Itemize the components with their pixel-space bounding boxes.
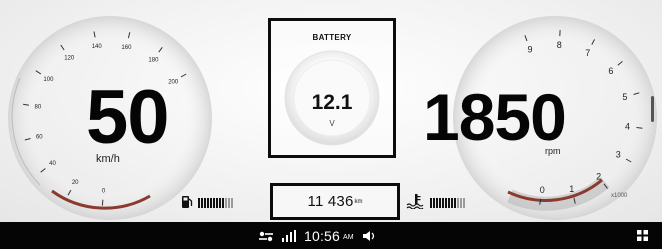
battery-panel: BATTERY 12.1 V: [268, 18, 396, 158]
rpm-tick-label: 3: [616, 150, 621, 160]
level-bar-segment: [228, 198, 230, 208]
speed-tick-label: 20: [72, 180, 79, 186]
level-bar-segment: [219, 198, 221, 208]
signal-icon: [282, 229, 296, 242]
speed-tick-label: 80: [35, 105, 42, 111]
volume-icon[interactable]: [362, 230, 378, 242]
clock-time: 10:56: [304, 227, 341, 244]
speed-tick-label: 100: [43, 77, 54, 83]
coolant-level-bars: [430, 198, 465, 208]
coolant-temperature-icon: [406, 194, 424, 209]
speed-unit: km/h: [96, 153, 120, 165]
connection-icon[interactable]: [258, 230, 274, 242]
rpm-tick-label: 9: [527, 44, 532, 54]
level-bar-segment: [213, 198, 215, 208]
level-bar-segment: [457, 198, 459, 208]
side-panel-handle[interactable]: [651, 96, 654, 122]
speed-tick-label: 180: [148, 57, 159, 63]
level-bar-segment: [439, 198, 441, 208]
speed-tick-label: 140: [92, 44, 103, 50]
level-bar-segment: [430, 198, 432, 208]
level-bar-segment: [198, 198, 200, 208]
rpm-tick-label: 6: [608, 66, 613, 76]
fuel-pump-icon: [182, 196, 193, 208]
rpm-multiplier: x1000: [611, 193, 628, 199]
rpm-value: 1850: [423, 80, 567, 154]
level-bar-segment: [436, 198, 438, 208]
speed-tick-label: 60: [36, 134, 43, 140]
fuel-level-bars: [198, 198, 233, 208]
level-bar-segment: [433, 198, 435, 208]
rpm-tick-label: 2: [596, 172, 601, 182]
apps-grid-icon[interactable]: [637, 230, 648, 241]
rpm-tick-label: 1: [569, 184, 574, 194]
level-bar-segment: [222, 198, 224, 208]
status-center-group: 10:56 AM: [258, 222, 378, 249]
clock-ampm: AM: [343, 233, 354, 241]
rpm-tick-mark: [636, 127, 643, 129]
level-bar-segment: [231, 198, 233, 208]
level-bar-segment: [207, 198, 209, 208]
rpm-tick-label: 5: [622, 92, 627, 102]
status-bar: 10:56 AM: [0, 222, 662, 249]
level-bar-segment: [451, 198, 453, 208]
odometer-unit: km: [354, 198, 363, 205]
odometer-panel: 11 436 km: [270, 183, 400, 220]
speed-tick-label: 200: [168, 80, 179, 86]
level-bar-segment: [445, 198, 447, 208]
rpm-tick-label: 0: [540, 185, 545, 195]
instrument-cluster: 0 20 40 60 80 100 120 140 160 180 200 0123456789 5…: [0, 0, 662, 222]
battery-value: 12.1: [311, 91, 353, 114]
level-bar-segment: [225, 198, 227, 208]
rpm-unit: rpm: [545, 146, 561, 156]
speed-tick-label: 160: [121, 45, 132, 51]
speed-tick-label: 120: [64, 56, 75, 62]
battery-unit: V: [329, 119, 335, 128]
level-bar-segment: [460, 198, 462, 208]
level-bar-segment: [210, 198, 212, 208]
level-bar-segment: [454, 198, 456, 208]
battery-title: BATTERY: [312, 33, 352, 42]
level-bar-segment: [463, 198, 465, 208]
odometer-value: 11 436: [307, 193, 354, 210]
level-bar-segment: [216, 198, 218, 208]
level-bar-segment: [442, 198, 444, 208]
rpm-tick-label: 7: [585, 48, 590, 58]
rpm-tick-label: 4: [625, 122, 630, 132]
level-bar-segment: [448, 198, 450, 208]
level-bar-segment: [201, 198, 203, 208]
speed-tick-label: 40: [49, 161, 56, 167]
level-bar-segment: [204, 198, 206, 208]
speed-tick-mark: [101, 199, 104, 206]
rpm-tick-label: 8: [557, 40, 562, 50]
speed-value: 50: [86, 75, 170, 160]
